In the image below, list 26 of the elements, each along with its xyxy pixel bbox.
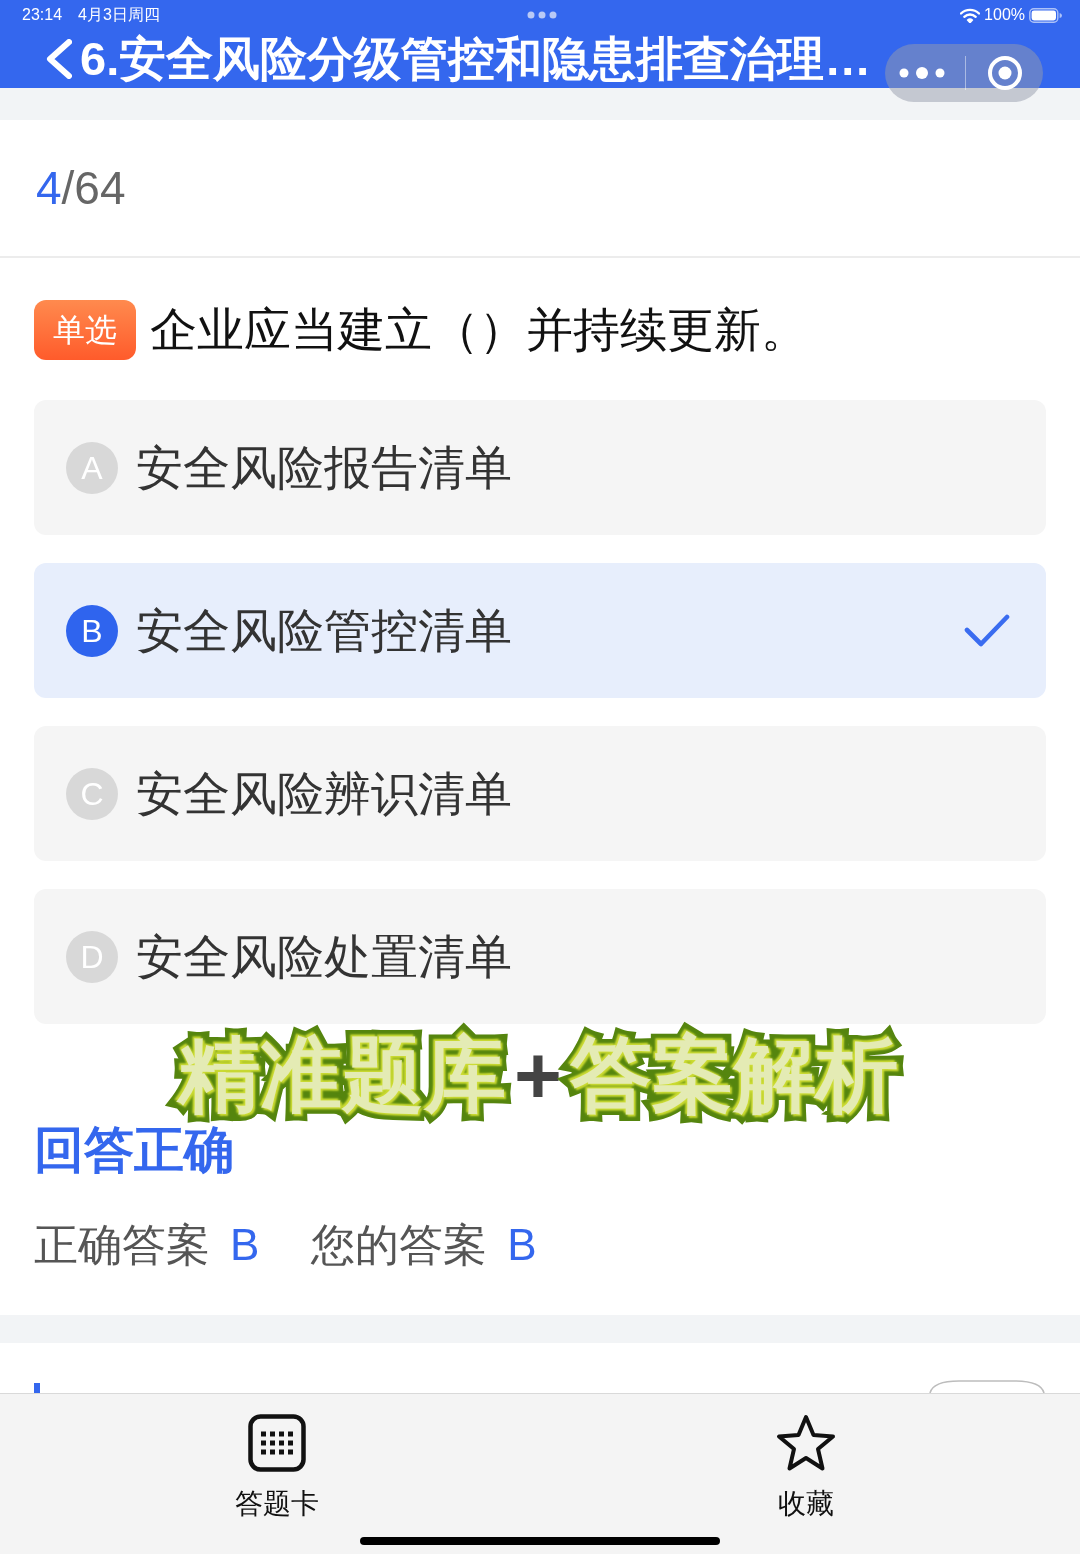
status-date: 4月3日周四	[78, 5, 160, 25]
more-icon[interactable]	[899, 67, 945, 79]
star-icon	[774, 1414, 837, 1472]
correct-answer-value: B	[230, 1220, 260, 1270]
page-title: 6.安全风险分级管控和隐患排查治理…	[80, 31, 872, 87]
back-icon[interactable]	[46, 39, 72, 79]
check-icon	[964, 614, 1010, 647]
section-accent-bar	[34, 1383, 40, 1393]
status-time: 23:14	[22, 5, 63, 25]
favorite-tab[interactable]: 收藏	[541, 1414, 1080, 1554]
answer-sheet-tab[interactable]: 答题卡	[0, 1414, 541, 1554]
battery-icon	[1029, 7, 1062, 23]
question-counter: 4/64	[36, 161, 126, 216]
result-status: 回答正确	[34, 1124, 234, 1176]
question-type-badge: 单选	[34, 300, 136, 360]
target-icon[interactable]	[988, 56, 1022, 90]
your-answer-label: 您的答案	[311, 1220, 488, 1270]
battery-percent: 100%	[984, 5, 1025, 25]
correct-answer-label: 正确答案	[34, 1220, 210, 1270]
wifi-icon	[960, 7, 981, 23]
answer-option[interactable]: B 安全风险管控清单	[34, 563, 1046, 698]
option-letter: B	[66, 604, 118, 657]
grid-icon	[247, 1414, 306, 1472]
multitask-dots-icon	[527, 11, 557, 19]
question-text: 企业应当建立（）并持续更新。	[150, 302, 808, 358]
your-answer-value: B	[507, 1220, 537, 1270]
